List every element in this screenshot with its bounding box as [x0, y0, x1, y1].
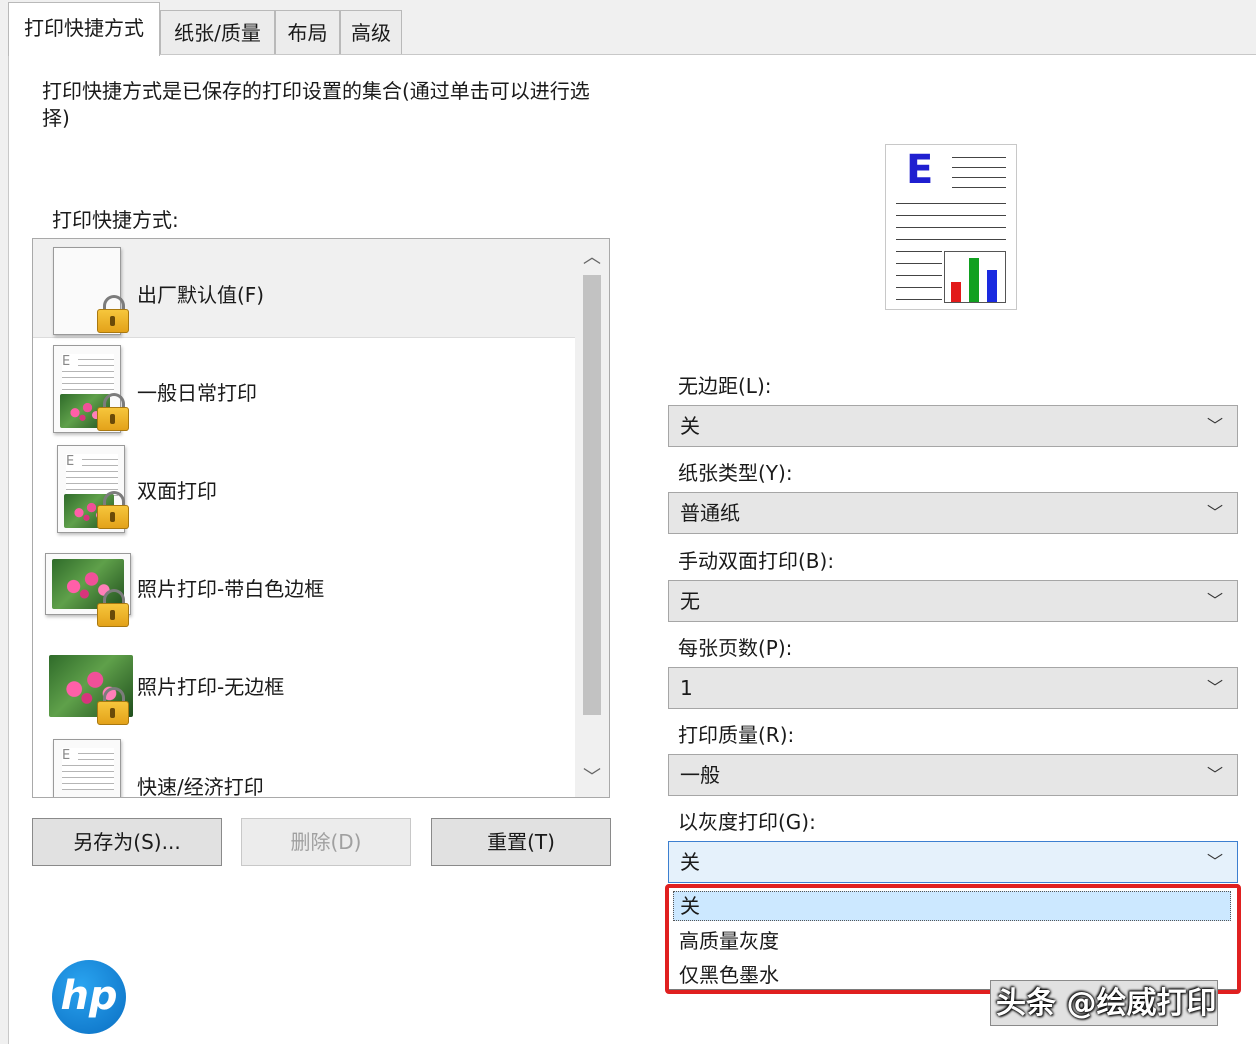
list-item-photo-borderless[interactable]: 照片打印-无边框 [33, 631, 575, 729]
list-item-label: 照片打印-无边框 [137, 675, 285, 699]
grayscale-value: 关 [680, 850, 700, 874]
grayscale-option-black-ink[interactable]: 仅黑色墨水 [679, 959, 779, 988]
list-item-everyday-print[interactable]: E 一般日常打印 [33, 337, 575, 435]
grayscale-option-high-quality[interactable]: 高质量灰度 [679, 925, 779, 954]
tab-paper-quality[interactable]: 纸张/质量 [160, 10, 275, 54]
list-item-photo-white-border[interactable]: 照片打印-带白色边框 [33, 533, 575, 631]
hp-logo-text: hp [60, 973, 118, 1019]
shortcuts-list[interactable]: 出厂默认值(F) E 一般日常打印 E 双面打印 照片打印-带白色边框 照片打印… [32, 238, 610, 798]
manual-duplex-value: 无 [680, 589, 700, 613]
lock-icon [97, 491, 129, 531]
list-item-label: 双面打印 [137, 479, 217, 503]
chevron-down-icon: ﹀ [1206, 416, 1223, 435]
preview-chart-icon [944, 251, 1006, 303]
tab-advanced[interactable]: 高级 [340, 10, 402, 54]
paper-type-select[interactable]: 普通纸 ﹀ [668, 492, 1238, 534]
description-text: 打印快捷方式是已保存的打印设置的集合(通过单击可以进行选择) [42, 79, 590, 130]
print-preview-image: E [885, 144, 1017, 310]
scroll-down-icon[interactable]: ﹀ [575, 761, 609, 795]
list-item-duplex-print[interactable]: E 双面打印 [33, 435, 575, 533]
pages-per-sheet-value: 1 [680, 676, 693, 700]
reset-button[interactable]: 重置(T) [431, 818, 611, 866]
grayscale-option-off[interactable]: 关 [673, 891, 1231, 921]
lock-icon [97, 589, 129, 629]
borderless-value: 关 [680, 414, 700, 438]
watermark-text: 头条 @绘威打印 [996, 986, 1217, 1021]
grayscale-dropdown-list: 关 高质量灰度 仅黑色墨水 [668, 884, 1238, 990]
chevron-down-icon: ﹀ [1206, 591, 1223, 610]
list-item-label: 快速/经济打印 [137, 775, 264, 798]
chevron-down-icon: ﹀ [1206, 852, 1223, 871]
tab-layout[interactable]: 布局 [275, 10, 340, 54]
list-scrollbar[interactable]: ︿ ﹀ [575, 239, 609, 797]
pages-per-sheet-label: 每张页数(P): [678, 636, 793, 660]
list-item-label: 照片打印-带白色边框 [137, 577, 325, 601]
hp-logo: hp [52, 960, 126, 1034]
tab-print-shortcuts[interactable]: 打印快捷方式 [8, 2, 160, 56]
list-item-label: 出厂默认值(F) [137, 283, 265, 307]
lock-icon [97, 393, 129, 433]
list-item-factory-default[interactable]: 出厂默认值(F) [33, 239, 575, 338]
chevron-down-icon: ﹀ [1206, 503, 1223, 522]
tab-strip: 打印快捷方式 纸张/质量 布局 高级 [0, 0, 1256, 56]
lock-icon [97, 295, 129, 335]
print-quality-label: 打印质量(R): [678, 723, 795, 747]
delete-button[interactable]: 删除(D) [241, 818, 411, 866]
list-item-label: 一般日常打印 [137, 381, 257, 405]
list-item-economy-print[interactable]: E 快速/经济打印 [33, 729, 575, 798]
print-quality-value: 一般 [680, 763, 720, 787]
paper-type-value: 普通纸 [680, 501, 740, 525]
economy-page-icon: E [53, 739, 121, 797]
pages-per-sheet-select[interactable]: 1 ﹀ [668, 667, 1238, 709]
grayscale-select[interactable]: 关 ﹀ [668, 841, 1238, 883]
borderless-select[interactable]: 关 ﹀ [668, 405, 1238, 447]
shortcuts-label: 打印快捷方式: [52, 208, 179, 232]
scroll-thumb[interactable] [583, 275, 601, 715]
print-quality-select[interactable]: 一般 ﹀ [668, 754, 1238, 796]
lock-icon [97, 687, 129, 727]
manual-duplex-label: 手动双面打印(B): [678, 549, 835, 573]
preview-letter: E [906, 147, 934, 193]
grayscale-label: 以灰度打印(G): [678, 810, 816, 834]
manual-duplex-select[interactable]: 无 ﹀ [668, 580, 1238, 622]
save-as-button[interactable]: 另存为(S)... [32, 818, 222, 866]
scroll-up-icon[interactable]: ︿ [575, 241, 609, 275]
borderless-label: 无边距(L): [678, 374, 772, 398]
paper-type-label: 纸张类型(Y): [678, 461, 793, 485]
chevron-down-icon: ﹀ [1206, 765, 1223, 784]
chevron-down-icon: ﹀ [1206, 678, 1223, 697]
